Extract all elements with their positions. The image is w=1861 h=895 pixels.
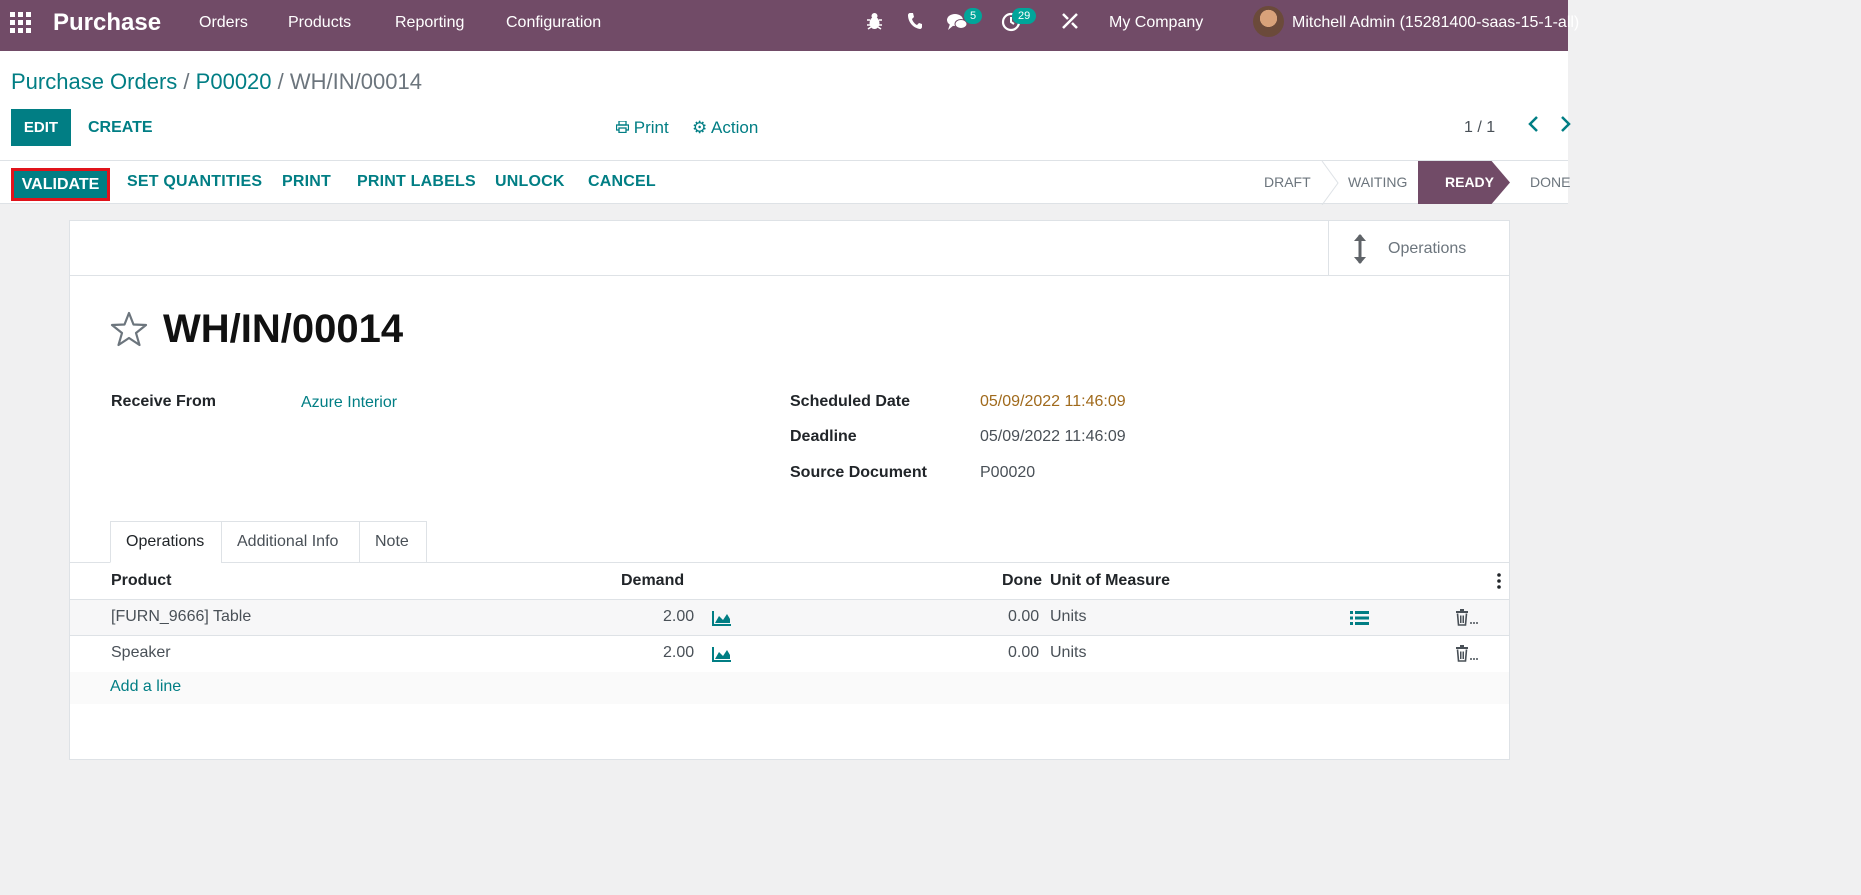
validate-button[interactable]: VALIDATE xyxy=(11,168,110,201)
add-a-line-link[interactable]: Add a line xyxy=(110,678,181,696)
app-name[interactable]: Purchase xyxy=(53,9,161,37)
unlock-button[interactable]: UNLOCK xyxy=(495,173,565,191)
row-product: [FURN_9666] Table xyxy=(111,608,252,625)
breadcrumb-separator: / xyxy=(277,69,284,94)
set-quantities-button[interactable]: SET QUANTITIES xyxy=(127,173,262,191)
forecast-chart-icon[interactable] xyxy=(712,610,732,631)
stage-separator xyxy=(1321,161,1339,205)
forecast-chart-icon[interactable] xyxy=(712,646,732,667)
tab-additional-info[interactable]: Additional Info xyxy=(221,521,360,563)
column-options-icon[interactable] xyxy=(1497,573,1501,594)
trash-icon[interactable] xyxy=(1455,645,1479,667)
print-labels-button[interactable]: PRINT LABELS xyxy=(357,173,476,191)
scheduled-date-value: 05/09/2022 11:46:09 xyxy=(980,393,1126,410)
breadcrumb-current: WH/IN/00014 xyxy=(289,69,422,94)
row-product: Speaker xyxy=(111,644,171,661)
breadcrumb-p00020[interactable]: P00020 xyxy=(196,69,272,94)
printer-icon xyxy=(615,118,634,137)
user-avatar[interactable] xyxy=(1253,6,1284,37)
company-switcher[interactable]: My Company xyxy=(1109,14,1203,32)
status-bar: VALIDATE SET QUANTITIES PRINT PRINT LABE… xyxy=(0,160,1571,205)
receive-from-label: Receive From xyxy=(111,393,216,410)
menu-orders[interactable]: Orders xyxy=(199,14,248,32)
user-menu[interactable]: Mitchell Admin (15281400-saas-15-1-all) xyxy=(1292,14,1579,32)
menu-products[interactable]: Products xyxy=(288,14,351,32)
vertical-arrows-icon xyxy=(1353,233,1367,270)
operations-smart-button[interactable]: Operations xyxy=(1328,221,1509,276)
star-icon[interactable] xyxy=(110,311,148,352)
cancel-button[interactable]: CANCEL xyxy=(588,173,656,191)
phone-icon[interactable] xyxy=(907,12,923,35)
row-demand: 2.00 xyxy=(663,644,695,661)
row-uom: Units xyxy=(1050,608,1087,625)
operations-smart-label: Operations xyxy=(1388,240,1467,257)
table-row[interactable]: [FURN_9666] Table 2.00 0.00 Units xyxy=(70,600,1509,636)
receive-from-value[interactable]: Azure Interior xyxy=(301,394,397,412)
stage-done: DONE xyxy=(1530,174,1571,190)
source-document-label: Source Document xyxy=(790,464,927,481)
trash-icon[interactable] xyxy=(1455,609,1479,631)
top-navbar: Purchase Orders Products Reporting Confi… xyxy=(0,0,1579,51)
edit-button[interactable]: EDIT xyxy=(11,109,71,146)
row-demand: 2.00 xyxy=(663,608,695,625)
chevron-right-icon[interactable] xyxy=(1560,115,1572,138)
tab-note[interactable]: Note xyxy=(359,521,427,563)
gear-icon: ⚙ xyxy=(692,118,708,137)
menu-reporting[interactable]: Reporting xyxy=(395,14,464,32)
row-uom: Units xyxy=(1050,644,1087,661)
scheduled-date-label: Scheduled Date xyxy=(790,393,911,410)
source-document-value: P00020 xyxy=(980,464,1036,481)
deadline-label: Deadline xyxy=(790,428,857,445)
tab-operations[interactable]: Operations xyxy=(110,521,222,563)
action-dropdown[interactable]: ⚙ Action xyxy=(692,118,758,138)
table-row[interactable]: Speaker 2.00 0.00 Units xyxy=(70,636,1509,672)
bug-icon[interactable] xyxy=(866,12,883,36)
chevron-left-icon[interactable] xyxy=(1527,115,1539,138)
activity-badge: 29 xyxy=(1012,8,1037,24)
menu-configuration[interactable]: Configuration xyxy=(506,14,601,32)
col-product[interactable]: Product xyxy=(111,572,171,590)
row-done: 0.00 xyxy=(1008,608,1040,625)
apps-menu-icon[interactable] xyxy=(10,12,34,33)
pager-value[interactable]: 1 / 1 xyxy=(1464,119,1495,137)
print-button[interactable]: PRINT xyxy=(282,173,331,191)
breadcrumb-purchase-orders[interactable]: Purchase Orders xyxy=(11,69,177,94)
button-box: Operations xyxy=(70,221,1509,276)
tools-icon[interactable] xyxy=(1061,12,1079,35)
chat-badge: 5 xyxy=(964,8,983,24)
col-unit-of-measure[interactable]: Unit of Measure xyxy=(1050,572,1170,590)
print-dropdown[interactable]: Print xyxy=(615,118,669,138)
add-line-row xyxy=(70,672,1509,704)
col-demand[interactable]: Demand xyxy=(621,572,684,590)
breadcrumb: Purchase Orders / P00020 / WH/IN/00014 xyxy=(11,69,422,95)
print-label: Print xyxy=(633,118,669,137)
stage-ready: READY xyxy=(1418,161,1510,204)
create-button[interactable]: CREATE xyxy=(88,119,153,137)
action-label: Action xyxy=(711,118,759,137)
table-header: Product Demand Done Unit of Measure xyxy=(70,563,1509,600)
form-sheet: Operations WH/IN/00014 Receive From Azur… xyxy=(69,220,1510,760)
breadcrumb-separator: / xyxy=(183,69,190,94)
stage-draft: DRAFT xyxy=(1264,174,1311,190)
stage-waiting: WAITING xyxy=(1348,174,1408,190)
deadline-value: 05/09/2022 11:46:09 xyxy=(980,428,1126,445)
detailed-operations-icon[interactable] xyxy=(1350,610,1369,631)
record-title: WH/IN/00014 xyxy=(163,307,404,351)
row-done: 0.00 xyxy=(1008,644,1040,661)
control-panel: Purchase Orders / P00020 / WH/IN/00014 E… xyxy=(0,51,1571,161)
col-done[interactable]: Done xyxy=(1002,572,1042,590)
